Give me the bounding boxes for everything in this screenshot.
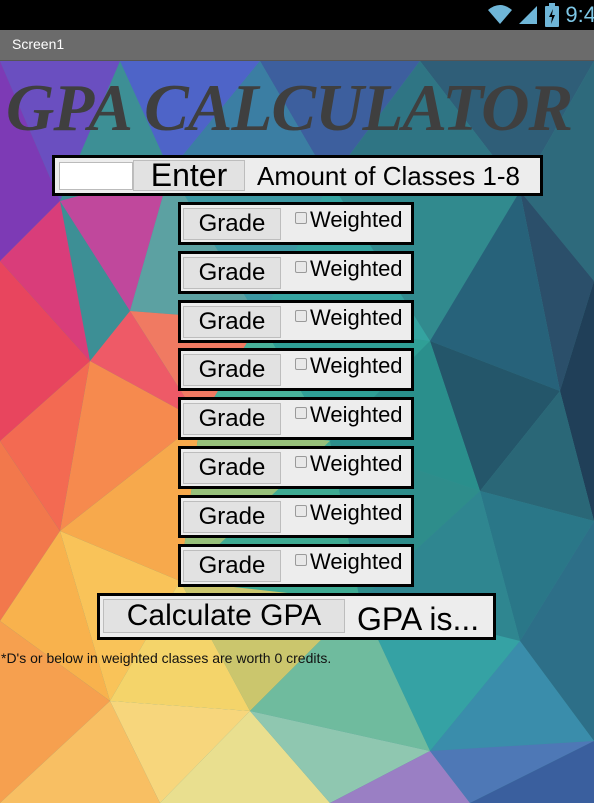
grade-button[interactable]: Grade — [183, 208, 281, 240]
wifi-icon — [487, 4, 513, 26]
grade-button[interactable]: Grade — [183, 452, 281, 484]
weighted-label: Weighted — [310, 500, 403, 525]
weighted-label: Weighted — [310, 451, 403, 476]
grade-row: Grade Weighted — [178, 300, 414, 343]
weighted-label: Weighted — [310, 305, 403, 330]
grade-button[interactable]: Grade — [183, 501, 281, 533]
weighted-checkbox[interactable] — [295, 456, 307, 468]
grade-row: Grade Weighted — [178, 495, 414, 538]
grade-button[interactable]: Grade — [183, 550, 281, 582]
enter-button[interactable]: Enter — [133, 159, 245, 191]
signal-icon — [519, 4, 539, 26]
gpa-result-label: GPA is... — [357, 601, 480, 637]
grade-row: Grade Weighted — [178, 397, 414, 440]
weighted-checkbox[interactable] — [295, 505, 307, 517]
weighted-checkbox[interactable] — [295, 358, 307, 370]
screen-title: Screen1 — [12, 36, 65, 52]
classes-panel: Enter Amount of Classes 1-8 — [52, 155, 543, 196]
grade-button[interactable]: Grade — [183, 306, 281, 338]
grade-row: Grade Weighted — [178, 202, 414, 245]
weighted-checkbox[interactable] — [295, 212, 307, 224]
grade-button[interactable]: Grade — [183, 354, 281, 386]
weighted-checkbox[interactable] — [295, 554, 307, 566]
grade-row: Grade Weighted — [178, 251, 414, 294]
grade-row: Grade Weighted — [178, 544, 414, 587]
weighted-label: Weighted — [310, 207, 403, 232]
status-icons: 9:4 — [487, 2, 594, 28]
weighted-checkbox[interactable] — [295, 261, 307, 273]
grade-row: Grade Weighted — [178, 348, 414, 391]
footnote: *D's or below in weighted classes are wo… — [1, 650, 332, 666]
class-count-label: Amount of Classes 1-8 — [257, 161, 521, 191]
app-title: GPA CALCULATOR — [6, 71, 573, 145]
weighted-label: Weighted — [310, 256, 403, 281]
grade-button[interactable]: Grade — [183, 403, 281, 435]
status-clock: 9:4 — [565, 2, 594, 27]
weighted-checkbox[interactable] — [295, 310, 307, 322]
grade-row: Grade Weighted — [178, 446, 414, 489]
calculate-panel: Calculate GPA GPA is... — [97, 593, 496, 640]
weighted-label: Weighted — [310, 402, 403, 427]
title-bar: Screen1 — [0, 30, 594, 61]
weighted-label: Weighted — [310, 549, 403, 574]
grade-button[interactable]: Grade — [183, 257, 281, 289]
class-count-input[interactable] — [59, 162, 133, 190]
app-screen: GPA CALCULATOR Enter Amount of Classes 1… — [0, 61, 594, 803]
weighted-label: Weighted — [310, 353, 403, 378]
weighted-checkbox[interactable] — [295, 407, 307, 419]
status-bar: 9:4 — [0, 0, 594, 30]
calculate-gpa-button[interactable]: Calculate GPA — [103, 599, 345, 633]
battery-charging-icon — [545, 3, 560, 27]
